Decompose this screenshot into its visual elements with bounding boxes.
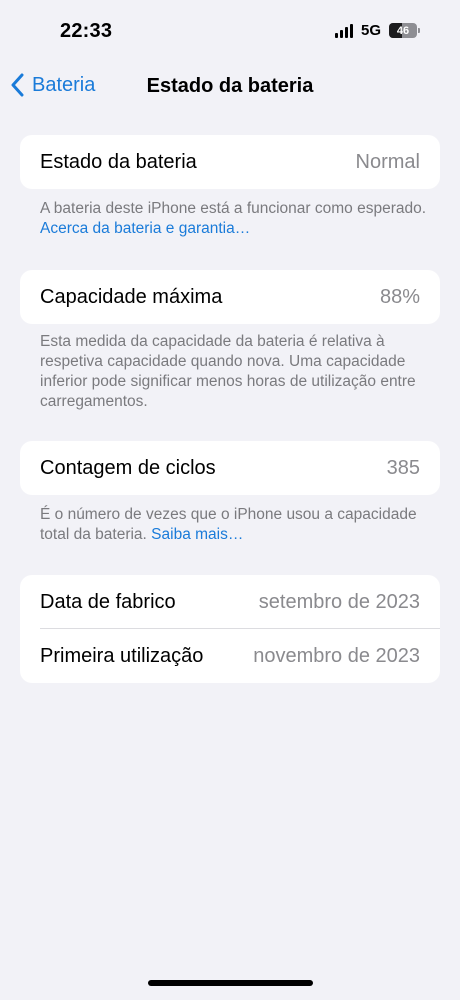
cycle-count-footer: É o número de vezes que o iPhone usou a … xyxy=(40,505,430,545)
first-use-value: novembro de 2023 xyxy=(253,644,420,667)
battery-icon: 46 xyxy=(389,23,420,38)
battery-level-label: 46 xyxy=(396,24,410,37)
cycle-count-label: Contagem de ciclos xyxy=(40,456,216,479)
home-indicator[interactable] xyxy=(148,980,313,986)
cycle-count-row: Contagem de ciclos 385 xyxy=(20,441,440,495)
battery-state-footer: A bateria deste iPhone está a funcionar … xyxy=(40,199,430,239)
battery-state-group: Estado da bateria Normal xyxy=(20,135,440,189)
battery-state-label: Estado da bateria xyxy=(40,150,197,173)
max-capacity-value: 88% xyxy=(379,285,420,308)
max-capacity-footer: Esta medida da capacidade da bateria é r… xyxy=(40,332,430,412)
back-button[interactable]: Bateria xyxy=(10,73,95,97)
battery-body: 46 xyxy=(389,23,417,38)
status-time: 22:33 xyxy=(60,20,113,42)
chevron-left-icon xyxy=(11,73,24,97)
battery-state-row: Estado da bateria Normal xyxy=(20,135,440,189)
signal-bars-icon xyxy=(334,23,353,38)
dates-group: Data de fabrico setembro de 2023 Primeir… xyxy=(20,575,440,683)
battery-state-footer-text: A bateria deste iPhone está a funcionar … xyxy=(40,200,427,217)
manufacture-date-label: Data de fabrico xyxy=(40,590,176,613)
max-capacity-footer-text: Esta medida da capacidade da bateria é r… xyxy=(40,333,416,410)
back-button-label: Bateria xyxy=(32,73,96,96)
network-type-label: 5G xyxy=(360,22,381,39)
battery-cap xyxy=(418,28,420,33)
status-bar: 22:33 5G 46 xyxy=(0,0,460,62)
max-capacity-group: Capacidade máxima 88% xyxy=(20,270,440,324)
manufacture-date-row: Data de fabrico setembro de 2023 xyxy=(20,575,440,629)
max-capacity-label: Capacidade máxima xyxy=(40,285,223,308)
navigation-bar: Estado da bateria Bateria xyxy=(0,62,460,112)
first-use-label: Primeira utilização xyxy=(40,644,204,667)
battery-warranty-link[interactable]: Acerca da bateria e garantia… xyxy=(40,220,250,237)
manufacture-date-value: setembro de 2023 xyxy=(258,590,420,613)
learn-more-link[interactable]: Saiba mais… xyxy=(151,526,243,543)
max-capacity-row: Capacidade máxima 88% xyxy=(20,270,440,324)
status-indicators: 5G 46 xyxy=(334,22,420,39)
first-use-row: Primeira utilização novembro de 2023 xyxy=(20,629,440,683)
cycle-count-group: Contagem de ciclos 385 xyxy=(20,441,440,495)
battery-state-value: Normal xyxy=(355,150,420,173)
cycle-count-value: 385 xyxy=(386,456,420,479)
